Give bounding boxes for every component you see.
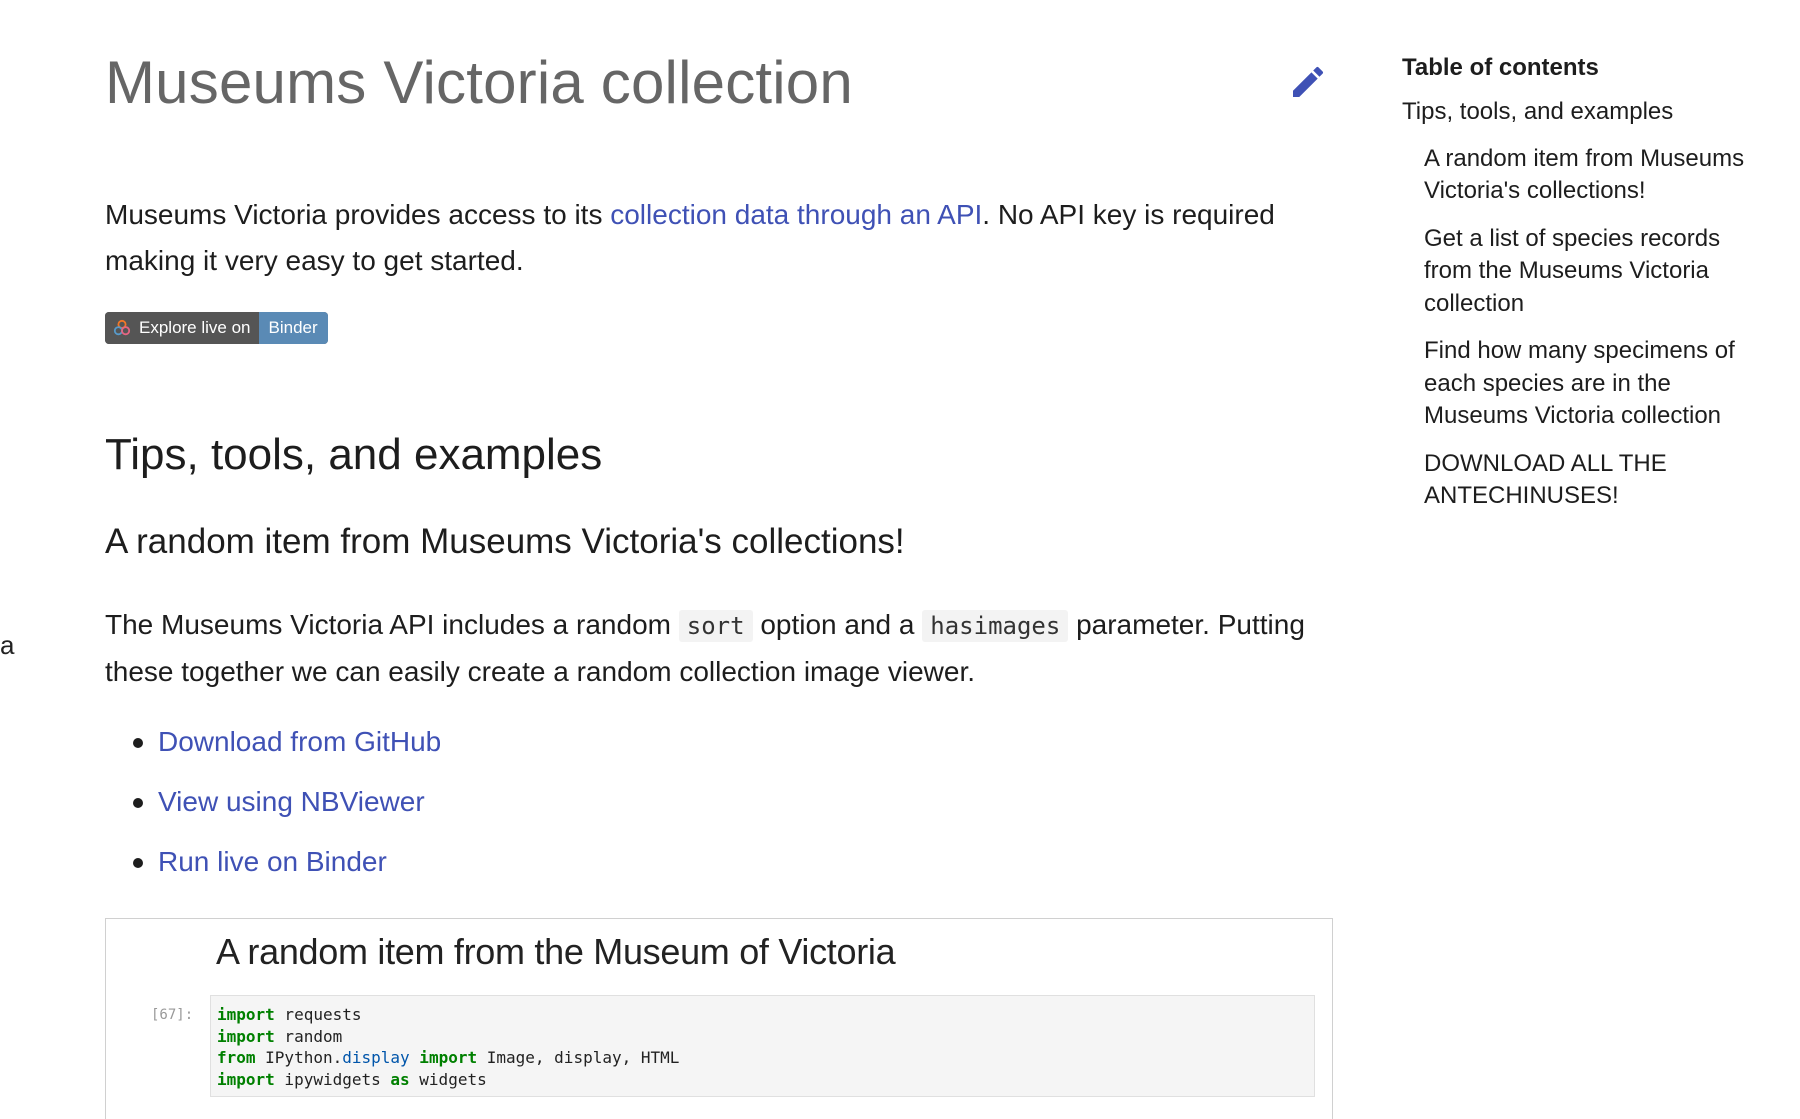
badge-left: Explore live on xyxy=(105,312,259,344)
list-item: View using NBViewer xyxy=(105,782,441,842)
pencil-icon xyxy=(1293,66,1324,97)
binder-link[interactable]: Run live on Binder xyxy=(158,846,387,877)
list-item: Download from GitHub xyxy=(105,722,441,782)
nbviewer-link[interactable]: View using NBViewer xyxy=(158,786,425,817)
code-line: import ipywidgets as widgets xyxy=(217,1069,487,1089)
notebook-cell-prompt: [67]: xyxy=(151,1007,194,1023)
section-paragraph: The Museums Victoria API includes a rand… xyxy=(105,602,1330,695)
toc-heading: Table of contents xyxy=(1402,54,1599,81)
badge-left-label: Explore live on xyxy=(139,318,251,337)
collection-api-link[interactable]: collection data through an API xyxy=(610,199,982,230)
inline-code-hasimages: hasimages xyxy=(922,610,1069,642)
list-item: Run live on Binder xyxy=(105,842,441,902)
para-text-1: The Museums Victoria API includes a rand… xyxy=(105,609,679,640)
download-github-link[interactable]: Download from GitHub xyxy=(158,726,441,757)
toc-item-species-records[interactable]: Get a list of species records from the M… xyxy=(1424,223,1774,321)
notebook-code-cell: import requests import random from IPyth… xyxy=(210,995,1315,1097)
notebook-title: A random item from the Museum of Victori… xyxy=(216,931,896,972)
notebook-screenshot: A random item from the Museum of Victori… xyxy=(105,918,1333,1119)
stray-edge-text: a xyxy=(0,630,15,660)
badge-right-label: Binder xyxy=(258,312,328,344)
code-line: import requests xyxy=(217,1005,362,1024)
toc-item-antechinuses[interactable]: DOWNLOAD ALL THE ANTECHINUSES! xyxy=(1424,448,1774,513)
edit-page-button[interactable] xyxy=(1288,62,1328,102)
section-heading: Tips, tools, and examples xyxy=(105,430,603,479)
code-line: from IPython.display import Image, displ… xyxy=(217,1048,680,1067)
section-subheading: A random item from Museums Victoria's co… xyxy=(105,522,905,561)
table-of-contents: Table of contents Tips, tools, and examp… xyxy=(1402,54,1797,528)
toc-item-specimen-counts[interactable]: Find how many specimens of each species … xyxy=(1424,335,1774,433)
binder-logo-icon xyxy=(113,319,131,336)
toc-item-tips-tools-examples[interactable]: Tips, tools, and examples xyxy=(1402,96,1797,129)
page-title: Museums Victoria collection xyxy=(105,49,853,116)
para-text-2: option and a xyxy=(752,609,923,640)
code-line: import random xyxy=(217,1026,343,1046)
intro-text-before: Museums Victoria provides access to its xyxy=(105,199,611,230)
resource-links-list: Download from GitHub View using NBViewer… xyxy=(105,722,441,902)
intro-paragraph: Museums Victoria provides access to its … xyxy=(105,192,1330,284)
inline-code-sort: sort xyxy=(678,610,753,642)
toc-item-random-item[interactable]: A random item from Museums Victoria's co… xyxy=(1424,143,1774,208)
binder-badge[interactable]: Explore live on Binder xyxy=(105,312,328,344)
code-block: import requests import random from IPyth… xyxy=(211,996,1314,1098)
